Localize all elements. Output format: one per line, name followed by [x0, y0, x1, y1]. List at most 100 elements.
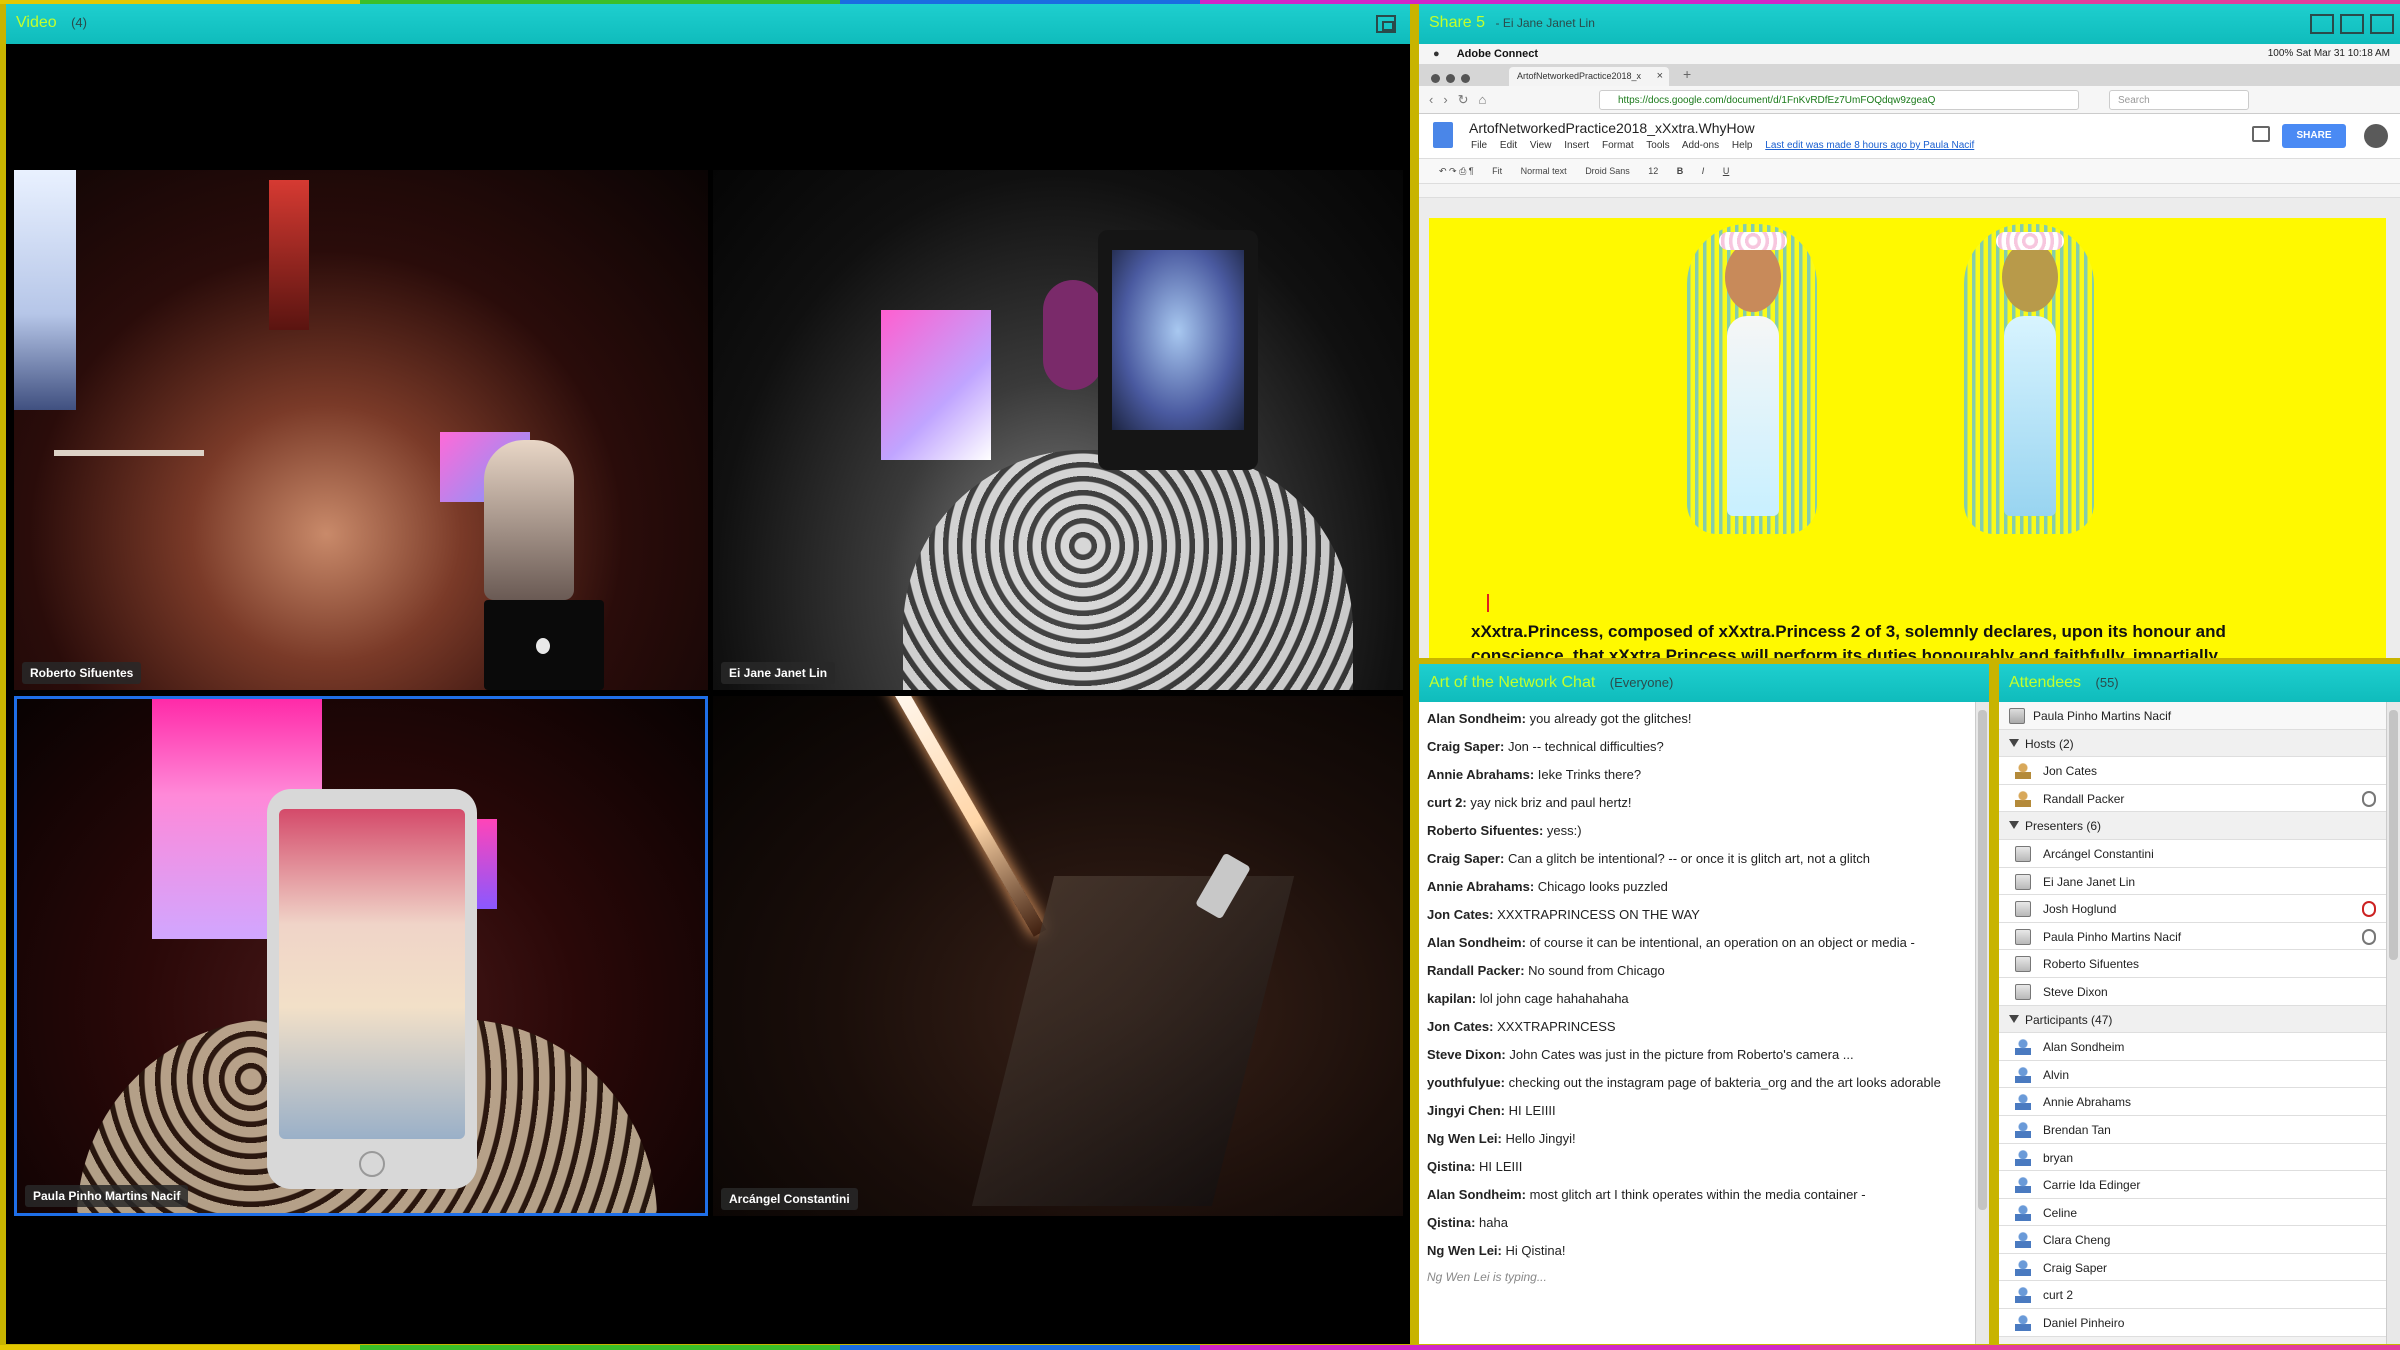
share-presenter: - Ei Jane Janet Lin — [1495, 16, 1595, 30]
attendee-presenter[interactable]: Paula Pinho Martins Nacif — [1999, 922, 2386, 951]
nav-buttons[interactable]: ‹›↻⌂ — [1429, 92, 1496, 108]
group-hosts[interactable]: Hosts (2) — [1999, 729, 2386, 758]
font-size-select[interactable]: 12 — [1648, 166, 1658, 176]
attendee-participant[interactable]: bryan — [1999, 1143, 2386, 1172]
attendee-participant[interactable]: Daniel Pinheiro — [1999, 1309, 2386, 1337]
underline-icon[interactable]: U — [1723, 166, 1730, 176]
chat-text: checking out the instagram page of bakte… — [1508, 1075, 1941, 1090]
video-tile-active[interactable]: Paula Pinho Martins Nacif — [14, 696, 708, 1216]
menu-insert[interactable]: Insert — [1564, 140, 1589, 151]
menu-edit[interactable]: Edit — [1500, 140, 1517, 151]
chat-text: HI LEIIII — [1508, 1103, 1556, 1118]
bold-icon[interactable]: B — [1677, 166, 1684, 176]
projection-screen — [14, 170, 76, 410]
chat-text: lol john cage hahahahaha — [1479, 991, 1629, 1006]
layout-icon[interactable] — [2340, 14, 2364, 34]
attendee-presenter[interactable]: Roberto Sifuentes — [1999, 950, 2386, 978]
chat-author: Randall Packer: — [1427, 963, 1525, 978]
chat-message: Annie Abrahams: Ieke Trinks there? — [1427, 766, 1967, 784]
group-participants[interactable]: Participants (47) — [1999, 1005, 2386, 1034]
chat-message: Alan Sondheim: you already got the glitc… — [1427, 710, 1967, 728]
view-controls — [2304, 14, 2394, 39]
video-tile-name: Arcángel Constantini — [721, 1188, 858, 1210]
attendee-participant[interactable]: Alvin — [1999, 1060, 2386, 1089]
last-edit-link[interactable]: Last edit was made 8 hours ago by Paula … — [1765, 140, 1974, 151]
attendee-participant[interactable]: Carrie Ida Edinger — [1999, 1171, 2386, 1199]
phone-filter — [267, 789, 477, 1189]
doc-page[interactable]: xXxtra.Princess, composed of xXxtra.Prin… — [1429, 218, 2386, 658]
background-screen — [881, 310, 991, 460]
layout-icon[interactable] — [2310, 14, 2334, 34]
undo-icon[interactable]: ↶ ↷ ⎙ ¶ — [1439, 166, 1474, 176]
collapse-icon[interactable] — [2009, 821, 2019, 830]
chat-text: yay nick briz and paul hertz! — [1470, 795, 1632, 810]
menu-view[interactable]: View — [1530, 140, 1552, 151]
menubar-status: 100% Sat Mar 31 10:18 AM — [2267, 48, 2390, 59]
app-frame: Video (4) Roberto Sifuentes Ei Jane Jane… — [0, 0, 2400, 1350]
video-tile[interactable]: Ei Jane Janet Lin — [713, 170, 1403, 690]
attendee-presenter[interactable]: Steve Dixon — [1999, 977, 2386, 1006]
chat-author: Ng Wen Lei: — [1427, 1131, 1502, 1146]
phone-filter — [1098, 230, 1258, 470]
fullscreen-icon[interactable] — [1376, 15, 1396, 33]
video-tile[interactable]: Arcángel Constantini — [713, 696, 1403, 1216]
video-pod-count: (4) — [71, 15, 87, 30]
attendee-host[interactable]: Randall Packer — [1999, 784, 2386, 813]
attendee-presenter[interactable]: Ei Jane Janet Lin — [1999, 867, 2386, 896]
group-presenters[interactable]: Presenters (6) — [1999, 812, 2386, 840]
menu-format[interactable]: Format — [1602, 140, 1634, 151]
chat-text: No sound from Chicago — [1528, 963, 1665, 978]
attendee-name: Hosts (2) — [2025, 736, 2074, 751]
attendee-participant[interactable]: Celine — [1999, 1198, 2386, 1227]
attendee-name: Steve Dixon — [2043, 984, 2108, 999]
video-tile[interactable]: Roberto Sifuentes — [14, 170, 708, 690]
microphone-icon[interactable] — [2362, 928, 2376, 945]
attendee-participant[interactable]: Annie Abrahams — [1999, 1088, 2386, 1116]
attendee-self[interactable]: Paula Pinho Martins Nacif — [1999, 702, 2386, 730]
browser-search-input[interactable]: Search — [2109, 90, 2249, 110]
share-button[interactable]: SHARE — [2282, 124, 2346, 148]
zoom-select[interactable]: Fit — [1492, 166, 1502, 176]
microphone-icon[interactable] — [2362, 901, 2376, 918]
collapse-icon[interactable] — [2009, 738, 2019, 747]
microphone-icon[interactable] — [2362, 790, 2376, 807]
attendee-name: Clara Cheng — [2043, 1233, 2111, 1248]
menu-help[interactable]: Help — [1732, 140, 1753, 151]
font-select[interactable]: Droid Sans — [1585, 166, 1630, 176]
participant-icon — [2015, 1315, 2031, 1332]
style-select[interactable]: Normal text — [1521, 166, 1567, 176]
attendee-participant[interactable]: Craig Saper — [1999, 1253, 2386, 1282]
doc-title[interactable]: ArtofNetworkedPractice2018_xXxtra.WhyHow — [1469, 120, 1755, 136]
avatar[interactable] — [2364, 124, 2388, 148]
close-icon[interactable]: × — [1657, 70, 1663, 82]
menu-file[interactable]: File — [1471, 140, 1487, 151]
chat-message: Qistina: HI LEIII — [1427, 1158, 1967, 1176]
attendee-scrollbar[interactable] — [2386, 702, 2400, 1344]
attendee-participant[interactable]: Brendan Tan — [1999, 1115, 2386, 1144]
attendee-host[interactable]: Jon Cates — [1999, 757, 2386, 785]
menu-tools[interactable]: Tools — [1646, 140, 1669, 151]
attendee-participant[interactable]: curt 2 — [1999, 1281, 2386, 1310]
comments-icon[interactable] — [2252, 126, 2270, 142]
browser-tab[interactable]: ArtofNetworkedPractice2018_x × — [1509, 67, 1669, 86]
italic-icon[interactable]: I — [1702, 166, 1705, 176]
new-tab-icon[interactable]: + — [1683, 66, 1691, 82]
chat-scope[interactable]: (Everyone) — [1610, 675, 1674, 690]
url-field[interactable]: https://docs.google.com/document/d/1FnKv… — [1599, 90, 2079, 110]
docs-logo-icon[interactable] — [1433, 122, 1453, 148]
attendee-name: Jon Cates — [2043, 764, 2098, 779]
chat-message: Craig Saper: Jon -- technical difficulti… — [1427, 738, 1967, 756]
fullscreen-icon[interactable] — [2370, 14, 2394, 34]
attendees-pod-header: Attendees (55) — [1999, 664, 2400, 702]
chat-message: youthfulyue: checking out the instagram … — [1427, 1074, 1967, 1092]
attendee-participant[interactable]: Alan Sondheim — [1999, 1033, 2386, 1061]
participant-icon — [2015, 1039, 2031, 1056]
chat-scrollbar[interactable] — [1975, 702, 1989, 1344]
menu-addons[interactable]: Add-ons — [1682, 140, 1719, 151]
collapse-icon[interactable] — [2009, 1014, 2019, 1023]
attendee-presenter[interactable]: Arcángel Constantini — [1999, 839, 2386, 868]
attendee-presenter[interactable]: Josh Hoglund — [1999, 895, 2386, 923]
princess-illustration — [1964, 224, 2094, 534]
attendee-participant[interactable]: Clara Cheng — [1999, 1226, 2386, 1254]
attendees-pod-title: Attendees — [2009, 674, 2082, 691]
